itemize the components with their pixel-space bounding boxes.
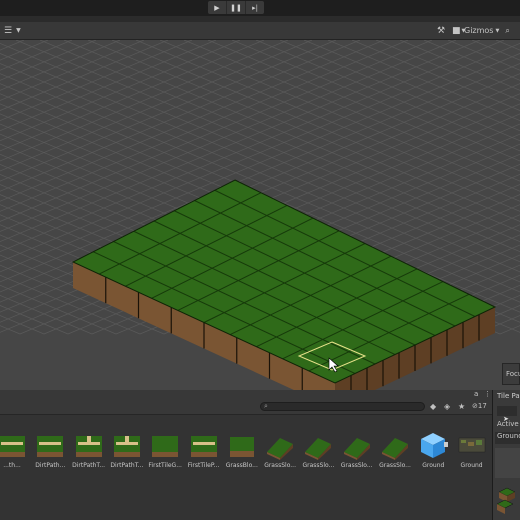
asset-item[interactable]: GrassSlo... bbox=[339, 430, 375, 469]
gizmos-label: Gizmos bbox=[464, 26, 494, 35]
asset-item[interactable]: DirtPathT... bbox=[71, 430, 107, 469]
step-button[interactable]: ▸| bbox=[246, 1, 264, 14]
main-toolbar: ▶ ❚❚ ▸| bbox=[0, 0, 520, 16]
asset-label: FirstTileP... bbox=[187, 462, 220, 469]
asset-label: GrassSlo... bbox=[379, 462, 411, 469]
search-icon: ⌕ bbox=[264, 402, 268, 410]
asset-item[interactable]: DirtPath... bbox=[32, 430, 68, 469]
project-toolbar: ⌕ ◆ ◈ ★ ⊘17 bbox=[0, 400, 492, 415]
grid-menu-icon: ☰ bbox=[4, 25, 13, 36]
dirtpath-thumbnail bbox=[0, 430, 27, 460]
asset-label: DirtPathT... bbox=[72, 462, 106, 469]
camera-icon: ■ bbox=[452, 25, 461, 36]
asset-item[interactable]: GrassSlo... bbox=[300, 430, 336, 469]
hidden-count-label: 17 bbox=[477, 402, 487, 410]
asset-item[interactable]: DirtPathT... bbox=[109, 430, 145, 469]
asset-item[interactable]: FirstTileG... bbox=[147, 430, 183, 469]
project-asset-grid: ...th... DirtPath... DirtPathT... DirtPathT… bbox=[0, 415, 492, 520]
asset-label: ...th... bbox=[3, 462, 21, 469]
tilemap-thumbnail bbox=[457, 430, 487, 460]
filter-label-icon[interactable]: ◈ bbox=[444, 402, 450, 411]
tile-palette-title: Tile Pale bbox=[497, 392, 520, 400]
asset-label: DirtPathT... bbox=[110, 462, 144, 469]
play-controls: ▶ ❚❚ ▸| bbox=[208, 1, 264, 14]
focus-overlay-tab[interactable]: Focu bbox=[502, 363, 520, 385]
scene-canvas bbox=[0, 40, 520, 390]
prefab-thumbnail bbox=[418, 430, 449, 460]
asset-label: Ground bbox=[422, 462, 445, 469]
slope2-thumbnail bbox=[380, 430, 410, 460]
palette-dropdown[interactable]: Ground bbox=[495, 432, 520, 444]
path-thumbnail bbox=[189, 430, 219, 460]
search-icon[interactable]: ⌕ bbox=[505, 26, 509, 36]
filter-type-icon[interactable]: ◆ bbox=[430, 402, 436, 411]
active-tilemap-label: Active bbox=[497, 420, 519, 428]
asset-item[interactable]: Ground bbox=[454, 430, 490, 469]
play-button[interactable]: ▶ bbox=[208, 1, 227, 14]
hidden-count[interactable]: ⊘17 bbox=[472, 402, 487, 410]
play-icon: ▶ bbox=[214, 3, 220, 12]
asset-label: Ground bbox=[460, 462, 483, 469]
asset-label: GrassSlo... bbox=[264, 462, 296, 469]
asset-item[interactable]: GrassSlo... bbox=[262, 430, 298, 469]
chevron-down-icon: ▼ bbox=[16, 27, 21, 34]
dirtpath-thumbnail bbox=[35, 430, 65, 460]
palette-preview[interactable] bbox=[495, 448, 520, 520]
slope-thumbnail bbox=[303, 430, 333, 460]
gizmos-dropdown[interactable]: Gizmos ▼ ⌕ bbox=[464, 25, 510, 36]
slope-thumbnail bbox=[342, 430, 372, 460]
tools-toggle-button[interactable]: ⚒ bbox=[437, 25, 445, 36]
focus-label: Focu bbox=[506, 370, 520, 378]
favorite-star-icon[interactable]: ★ bbox=[458, 402, 465, 411]
grassblock-thumbnail bbox=[227, 430, 257, 460]
pause-button[interactable]: ❚❚ bbox=[227, 1, 246, 14]
asset-label: FirstTileG... bbox=[148, 462, 182, 469]
asset-label: DirtPath... bbox=[35, 462, 66, 469]
asset-item[interactable]: ...th... bbox=[0, 430, 30, 469]
kebab-icon[interactable]: ⋮ bbox=[484, 390, 491, 398]
scene-view[interactable] bbox=[0, 40, 520, 390]
palette-tool-select[interactable]: ➤ bbox=[497, 406, 517, 423]
dirtpath-t2-thumbnail bbox=[112, 430, 142, 460]
asset-label: GrassSlo... bbox=[302, 462, 335, 469]
chevron-down-icon: ▼ bbox=[495, 27, 500, 34]
pause-icon: ❚❚ bbox=[230, 3, 242, 12]
asset-label: GrassBlo... bbox=[225, 462, 258, 469]
tools-icon: ⚒ bbox=[437, 25, 446, 36]
palette-preview-tiles bbox=[495, 478, 520, 520]
asset-item[interactable]: FirstTileP... bbox=[186, 430, 222, 469]
asset-item[interactable]: GrassBlo... bbox=[224, 430, 260, 469]
layers-menu-button[interactable]: ☰ ▼ bbox=[4, 25, 21, 36]
asset-item[interactable]: Ground bbox=[415, 430, 451, 469]
asset-label: GrassSlo... bbox=[340, 462, 373, 469]
step-icon: ▸| bbox=[252, 3, 258, 12]
tile-palette-panel: Tile Pale ➤ Active Ground bbox=[492, 390, 520, 520]
search-input[interactable]: ⌕ bbox=[260, 402, 425, 411]
slope-thumbnail bbox=[265, 430, 295, 460]
lock-icon[interactable]: a bbox=[474, 390, 478, 398]
grass-thumbnail bbox=[150, 430, 180, 460]
dirtpath-t-thumbnail bbox=[74, 430, 104, 460]
scene-toolbar: ☰ ▼ ⚒ ■ ▼ Gizmos ▼ ⌕ bbox=[0, 22, 520, 40]
asset-item[interactable]: GrassSlo... bbox=[377, 430, 413, 469]
